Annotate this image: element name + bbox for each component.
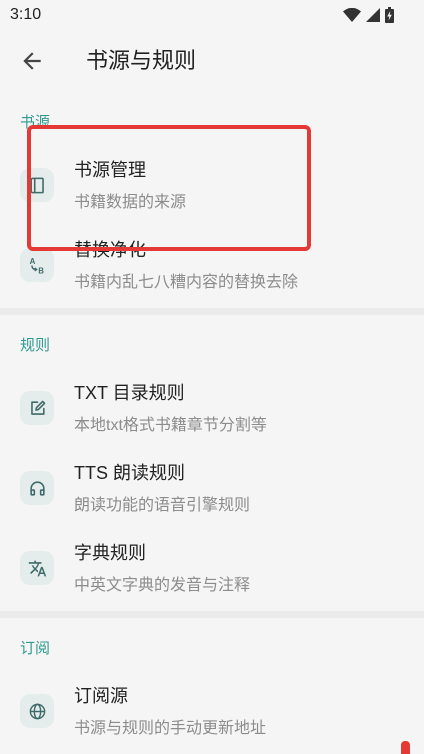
status-bar: 3:10	[0, 0, 424, 30]
back-button[interactable]	[19, 48, 45, 74]
item-title: 订阅源	[74, 686, 128, 706]
item-subtitle: 中英文字典的发音与注释	[74, 577, 251, 594]
item-icon-box	[20, 694, 54, 728]
item-subtitle: 书源与规则的手动更新地址	[74, 720, 267, 737]
corner-mark	[401, 741, 410, 754]
replace-icon: A B	[29, 256, 44, 275]
settings-list: 书源 书源管理 书籍数据的来源 A B 替换净化 书籍内乱七八糟内容的替换去除 …	[0, 92, 424, 751]
item-title: 替换净化	[74, 240, 146, 260]
headphones-icon	[29, 480, 45, 496]
edit-icon	[30, 400, 45, 415]
wifi-icon	[343, 8, 361, 22]
item-title: 字典规则	[74, 543, 146, 563]
item-title: TTS 朗读规则	[74, 463, 185, 483]
item-icon-box	[20, 168, 54, 202]
section-header-sources: 书源	[20, 114, 51, 131]
list-item-dictionary-rules[interactable]: 字典规则 中英文字典的发音与注释	[0, 528, 424, 608]
item-subtitle: 本地txt格式书籍章节分割等	[74, 417, 267, 434]
section-divider	[0, 611, 424, 618]
item-title: 书源管理	[74, 160, 146, 180]
item-icon-box	[20, 551, 54, 585]
list-item-txt-toc-rules[interactable]: TXT 目录规则 本地txt格式书籍章节分割等	[0, 368, 424, 448]
svg-text:A: A	[29, 256, 35, 265]
list-item-tts-rules[interactable]: TTS 朗读规则 朗读功能的语音引擎规则	[0, 448, 424, 528]
book-icon	[29, 177, 44, 193]
item-subtitle: 书籍内乱七八糟内容的替换去除	[74, 274, 299, 291]
list-item-subscription-source[interactable]: 订阅源 书源与规则的手动更新地址	[0, 671, 424, 751]
app-bar: 书源与规则	[0, 30, 424, 92]
list-item-source-manage[interactable]: 书源管理 书籍数据的来源	[0, 145, 424, 225]
section-header-rules: 规则	[20, 337, 51, 354]
status-icons	[343, 6, 394, 24]
status-time: 3:10	[10, 6, 42, 23]
item-icon-box	[20, 391, 54, 425]
item-subtitle: 书籍数据的来源	[74, 194, 187, 211]
page-title: 书源与规则	[86, 48, 197, 73]
signal-icon	[366, 8, 380, 22]
item-icon-box	[20, 471, 54, 505]
arrow-back-icon	[23, 52, 41, 70]
item-icon-box: A B	[20, 248, 54, 282]
section-divider	[0, 308, 424, 315]
battery-charging-icon	[385, 7, 394, 23]
list-item-replace-rules[interactable]: A B 替换净化 书籍内乱七八糟内容的替换去除	[0, 225, 424, 305]
globe-icon	[29, 703, 45, 719]
svg-text:B: B	[38, 266, 44, 275]
item-title: TXT 目录规则	[74, 383, 185, 403]
item-subtitle: 朗读功能的语音引擎规则	[74, 497, 251, 514]
section-header-subscriptions: 订阅	[20, 640, 51, 657]
translate-icon	[28, 560, 46, 576]
